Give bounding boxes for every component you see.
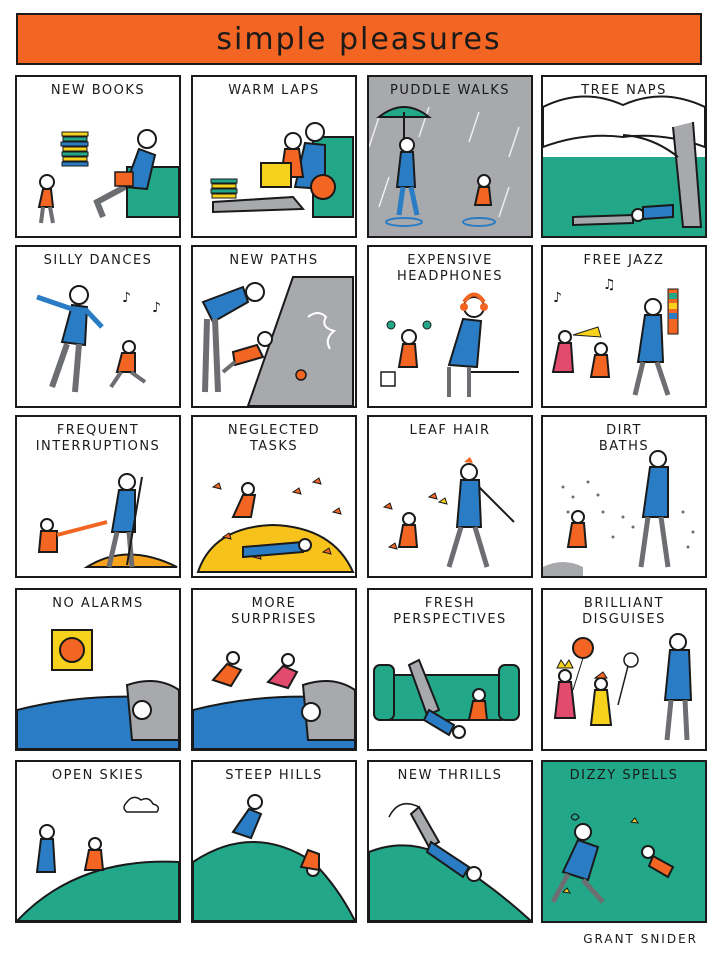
panel-caption: LEAF HAIR: [409, 423, 491, 438]
panel-caption: DIZZY SPELLS: [569, 768, 679, 783]
panel-caption: PUDDLE WALKS: [389, 83, 511, 98]
balloon: [572, 637, 594, 659]
panel-neglected-tasks: NEGLECTED TASKS: [191, 415, 357, 578]
dizzy-spells-illustration: [550, 813, 675, 904]
panel-puddle-walks: PUDDLE WALKS: [367, 75, 533, 238]
panel-brilliant-disguises: BRILLIANT DISGUISES: [541, 588, 707, 751]
title-banner: simple pleasures: [16, 13, 702, 65]
steep-hills-illustration: [193, 794, 355, 921]
panel-warm-laps: WARM LAPS: [191, 75, 357, 238]
couch: [378, 674, 510, 721]
panel-caption: NO ALARMS: [52, 596, 144, 611]
no-alarms-illustration: [17, 629, 179, 749]
panel-free-jazz: FREE JAZZ ♪ ♫: [541, 245, 707, 408]
panel-expensive-headphones: EXPENSIVE HEADPHONES: [367, 245, 533, 408]
open-skies-illustration: [17, 796, 179, 921]
panel-new-paths: NEW PATHS: [191, 245, 357, 408]
snail-icon: [295, 369, 307, 381]
comic-title: simple pleasures: [216, 21, 502, 57]
panel-new-thrills: NEW THRILLS: [367, 760, 533, 923]
panel-caption: WARM LAPS: [228, 83, 320, 98]
cloud-icon: [123, 796, 160, 813]
panel-caption: FREQUENT INTERRUPTIONS: [35, 423, 161, 454]
music-note-icon: ♪: [152, 300, 161, 316]
book-stack: [60, 131, 89, 167]
panel-caption: BRILLIANT DISGUISES: [582, 596, 666, 627]
panel-caption: TREE NAPS: [581, 83, 667, 98]
free-jazz-illustration: ♪ ♫: [551, 277, 679, 396]
silly-dances-illustration: ♪ ♪: [36, 285, 161, 393]
panel-caption: STEEP HILLS: [225, 768, 323, 783]
author-credit: GRANT SNIDER: [583, 932, 698, 946]
music-note-icon: ♫: [603, 277, 616, 293]
panel-caption: DIRT BATHS: [598, 423, 650, 454]
panel-caption: MORE SURPRISES: [231, 596, 317, 627]
panel-caption: NEGLECTED TASKS: [227, 423, 321, 454]
panel-frequent-interruptions: FREQUENT INTERRUPTIONS: [15, 415, 181, 578]
panel-caption: NEW THRILLS: [397, 768, 503, 783]
panel-leaf-hair: LEAF HAIR: [367, 415, 533, 578]
panel-caption: NEW PATHS: [229, 253, 319, 268]
panel-caption: NEW BOOKS: [50, 83, 146, 98]
panel-silly-dances: SILLY DANCES ♪ ♪: [15, 245, 181, 408]
new-thrills-illustration: [369, 802, 531, 921]
panel-dirt-baths: DIRT BATHS: [541, 415, 707, 578]
panel-more-surprises: MORE SURPRISES: [191, 588, 357, 751]
panel-caption: FREE JAZZ: [583, 253, 665, 268]
panel-caption: OPEN SKIES: [51, 768, 145, 783]
panel-new-books: NEW BOOKS: [15, 75, 181, 238]
panel-fresh-perspectives: FRESH PERSPECTIVES: [367, 588, 533, 751]
panel-caption: SILLY DANCES: [43, 253, 153, 268]
music-note-icon: ♪: [122, 290, 131, 306]
panel-caption: FRESH PERSPECTIVES: [393, 596, 507, 627]
new-books-illustration: [37, 129, 179, 224]
panel-caption: EXPENSIVE HEADPHONES: [397, 253, 503, 284]
new-paths-illustration: [201, 276, 354, 406]
puddle-walks-illustration: [369, 106, 520, 227]
butterfly-net: [623, 652, 639, 668]
tree-naps-illustration: [543, 77, 705, 228]
panel-open-skies: OPEN SKIES: [15, 760, 181, 923]
warm-laps-illustration: [210, 122, 354, 218]
panel-steep-hills: STEEP HILLS: [191, 760, 357, 923]
panel-no-alarms: NO ALARMS: [15, 588, 181, 751]
panel-dizzy-spells: DIZZY SPELLS: [541, 760, 707, 923]
music-note-icon: ♪: [553, 290, 562, 306]
leaf-hair-illustration: [382, 457, 515, 568]
panel-tree-naps: TREE NAPS: [541, 75, 707, 238]
